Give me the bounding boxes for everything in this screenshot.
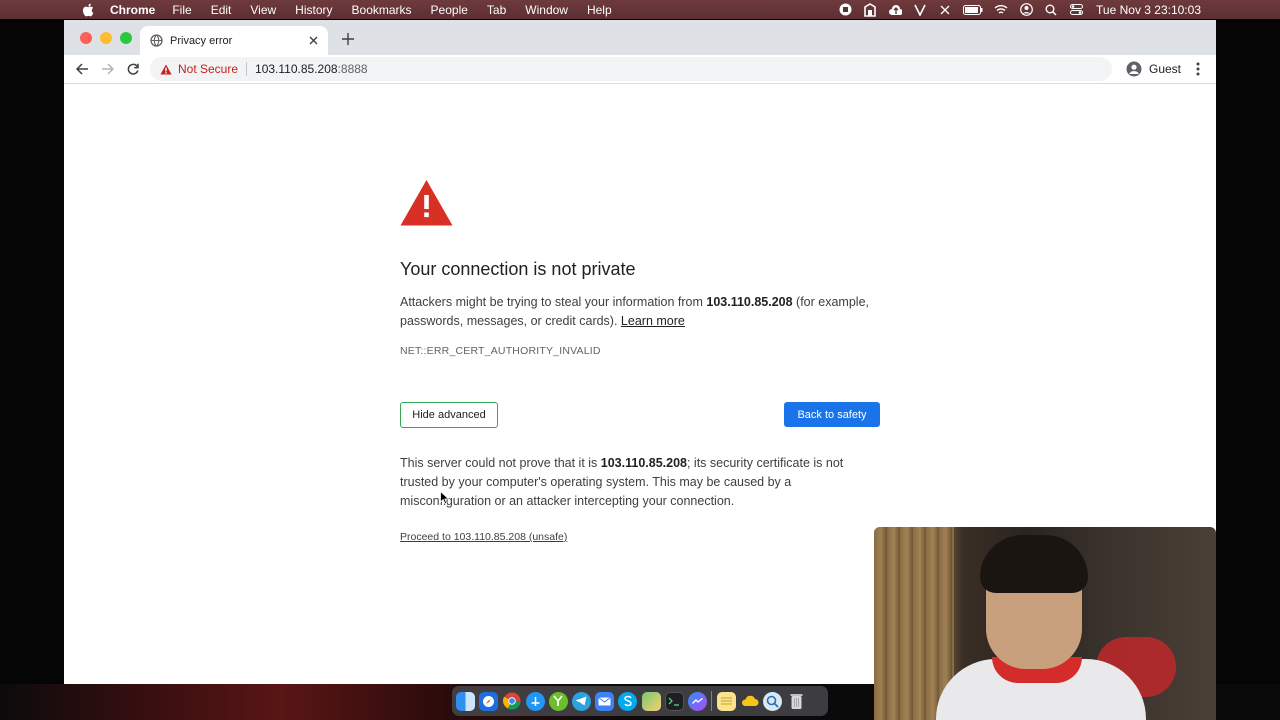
mail-icon[interactable]: [595, 691, 615, 711]
menu-app-name[interactable]: Chrome: [110, 3, 155, 17]
chrome-icon[interactable]: [502, 692, 521, 711]
proceed-unsafe-link[interactable]: Proceed to 103.110.85.208 (unsafe): [400, 531, 567, 543]
profile-label: Guest: [1149, 62, 1182, 76]
url-text[interactable]: 103.110.85.208:8888: [255, 62, 368, 76]
tab-privacy-error[interactable]: Privacy error: [140, 26, 328, 55]
menubar-clock[interactable]: Tue Nov 3 23:10:03: [1096, 3, 1201, 17]
desktop-background-left: [0, 19, 64, 720]
minimize-window-button[interactable]: [100, 32, 112, 44]
details-host: 103.110.85.208: [600, 456, 687, 470]
url-host: 103.110.85.208: [255, 62, 338, 76]
wifi-icon[interactable]: [994, 3, 1008, 17]
cloud-upload-icon[interactable]: [888, 3, 903, 17]
reload-icon[interactable]: [125, 61, 141, 77]
search-icon[interactable]: [1044, 3, 1058, 17]
menu-bookmarks[interactable]: Bookmarks: [352, 3, 412, 17]
error-code: NET::ERR_CERT_AUTHORITY_INVALID: [400, 345, 601, 357]
security-status-label[interactable]: Not Secure: [178, 62, 238, 76]
address-divider: [246, 62, 248, 76]
address-bar[interactable]: Not Secure 103.110.85.208:8888: [150, 57, 1112, 81]
user-icon[interactable]: [1019, 3, 1033, 17]
cloud-icon[interactable]: [740, 692, 759, 711]
mouse-cursor-icon: [440, 491, 450, 505]
dock-separator: [711, 691, 713, 711]
menu-edit[interactable]: Edit: [211, 3, 232, 17]
back-to-safety-button[interactable]: Back to safety: [784, 402, 880, 427]
forward-arrow-icon[interactable]: [99, 61, 115, 77]
close-tab-icon[interactable]: [306, 34, 320, 48]
menu-tab[interactable]: Tab: [487, 3, 506, 17]
zoom-window-button[interactable]: [120, 32, 132, 44]
trash-icon[interactable]: [787, 692, 806, 711]
menu-bar: Chrome File Edit View History Bookmarks …: [0, 0, 1280, 19]
desktop-background-right: [1216, 19, 1280, 720]
messenger-icon[interactable]: [687, 691, 707, 711]
battery-icon[interactable]: [963, 3, 983, 17]
menu-help[interactable]: Help: [587, 3, 612, 17]
new-tab-plus-icon[interactable]: [341, 32, 355, 46]
terminal-icon[interactable]: [664, 691, 684, 711]
maps-icon[interactable]: [641, 691, 661, 711]
profile-button[interactable]: Guest: [1120, 57, 1187, 81]
explanation-host: 103.110.85.208: [706, 295, 793, 309]
menu-people[interactable]: People: [431, 3, 468, 17]
tab-title: Privacy error: [170, 34, 233, 47]
menu-view[interactable]: View: [250, 3, 276, 17]
menu-window[interactable]: Window: [525, 3, 568, 17]
finder-icon[interactable]: [456, 691, 475, 711]
back-arrow-icon[interactable]: [74, 61, 90, 77]
tab-strip: Privacy error: [64, 20, 1216, 55]
globe-icon: [149, 34, 163, 48]
menu-file[interactable]: File: [172, 3, 191, 17]
explanation-prefix: Attackers might be trying to steal your …: [400, 295, 707, 309]
not-secure-warning-icon[interactable]: [160, 63, 172, 75]
app-store-icon[interactable]: [525, 691, 545, 711]
status-area: Tue Nov 3 23:10:03: [838, 0, 1280, 19]
yandex-icon[interactable]: [548, 691, 568, 711]
control-center-icon[interactable]: [1069, 3, 1083, 17]
v-icon[interactable]: [913, 3, 927, 17]
preview-icon[interactable]: [763, 691, 783, 711]
guest-avatar-icon: [1126, 61, 1142, 77]
safari-icon[interactable]: [479, 691, 499, 711]
skype-icon[interactable]: [618, 691, 638, 711]
advanced-details-paragraph: This server could not prove that it is 1…: [400, 454, 870, 511]
telegram-icon[interactable]: [571, 691, 591, 711]
menu-history[interactable]: History: [295, 3, 332, 17]
vpn-icon[interactable]: [863, 2, 877, 17]
apple-menu-icon[interactable]: [80, 2, 96, 18]
more-menu-icon[interactable]: [1191, 61, 1205, 77]
dock: [452, 686, 828, 716]
close-window-button[interactable]: [80, 32, 92, 44]
page-title: Your connection is not private: [400, 259, 636, 279]
learn-more-link[interactable]: Learn more: [621, 314, 685, 328]
x-icon[interactable]: [938, 3, 952, 17]
browser-toolbar: Not Secure 103.110.85.208:8888 Guest: [64, 55, 1216, 84]
webcam-overlay: [874, 527, 1216, 720]
record-icon[interactable]: [838, 3, 852, 17]
notes-icon[interactable]: [717, 691, 737, 711]
red-warning-triangle-icon: [400, 180, 453, 226]
webcam-hair: [980, 535, 1088, 593]
url-port: :8888: [337, 62, 368, 76]
hide-advanced-button[interactable]: Hide advanced: [400, 402, 498, 428]
explanation-paragraph: Attackers might be trying to steal your …: [400, 293, 900, 331]
details-prefix: This server could not prove that it is: [400, 456, 601, 470]
